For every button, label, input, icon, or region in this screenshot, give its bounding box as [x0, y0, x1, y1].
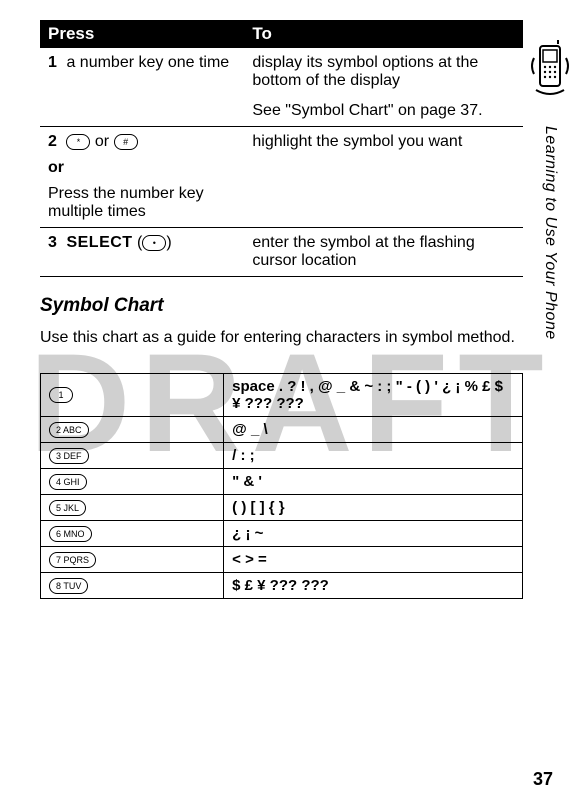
- symbol-key-cell: 6 MNO: [41, 520, 224, 546]
- number-key-icon: 1: [49, 387, 73, 403]
- table-row: 8 TUV $ £ ¥ ??? ???: [41, 572, 523, 598]
- to-text: enter the symbol at the flashing cursor …: [244, 228, 523, 277]
- symbol-chart-table: 1 space . ? ! , @ _ & ~ : ; " - ( ) ' ¿ ¡…: [40, 373, 523, 599]
- key-join-text: or: [95, 133, 114, 150]
- press-to-table: Press To 1 a number key one time display…: [40, 20, 523, 277]
- symbol-value-cell: < > =: [224, 546, 523, 572]
- step-number: 1: [48, 54, 62, 72]
- table-row: 4 GHI " & ': [41, 468, 523, 494]
- symbol-key-cell: 7 PQRS: [41, 546, 224, 572]
- symbol-value-cell: ( ) [ ] { }: [224, 494, 523, 520]
- symbol-key-cell: 3 DEF: [41, 442, 224, 468]
- number-key-icon: 7 PQRS: [49, 552, 96, 568]
- number-key-icon: 3 DEF: [49, 448, 89, 464]
- table-row: 5 JKL ( ) [ ] { }: [41, 494, 523, 520]
- symbol-key-cell: 4 GHI: [41, 468, 224, 494]
- symbol-value-cell: @ _ \: [224, 416, 523, 442]
- symbol-key-cell: 1: [41, 373, 224, 416]
- paren-close: ): [166, 234, 171, 251]
- press-text: a number key one time: [66, 54, 229, 71]
- number-key-icon: 4 GHI: [49, 474, 87, 490]
- select-key-icon: •: [142, 235, 166, 251]
- table-row: See "Symbol Chart" on page 37.: [40, 96, 523, 127]
- header-to: To: [244, 20, 523, 48]
- number-key-icon: 2 ABC: [49, 422, 89, 438]
- table-row: 3 SELECT (•) enter the symbol at the fla…: [40, 228, 523, 277]
- table-row: 6 MNO ¿ ¡ ~: [41, 520, 523, 546]
- page-number: 37: [533, 769, 553, 790]
- press-alt-text: Press the number key multiple times: [48, 185, 236, 221]
- page-content: Press To 1 a number key one time display…: [0, 0, 583, 619]
- number-key-icon: 5 JKL: [49, 500, 86, 516]
- symbol-value-cell: ¿ ¡ ~: [224, 520, 523, 546]
- symbol-key-cell: 8 TUV: [41, 572, 224, 598]
- hash-key-icon: #: [114, 134, 138, 150]
- star-key-icon: *: [66, 134, 90, 150]
- number-key-icon: 6 MNO: [49, 526, 92, 542]
- table-row: 1 a number key one time display its symb…: [40, 48, 523, 96]
- number-key-icon: 8 TUV: [49, 578, 88, 594]
- symbol-value-cell: / : ;: [224, 442, 523, 468]
- step-number: 3: [48, 234, 62, 252]
- table-row: 2 ABC @ _ \: [41, 416, 523, 442]
- symbol-value-cell: $ £ ¥ ??? ???: [224, 572, 523, 598]
- section-description: Use this chart as a guide for entering c…: [40, 327, 523, 349]
- to-text-extra: See "Symbol Chart" on page 37.: [244, 96, 523, 127]
- select-label: SELECT: [66, 234, 132, 251]
- table-row: 2 * or # or Press the number key multipl…: [40, 127, 523, 228]
- symbol-value-cell: space . ? ! , @ _ & ~ : ; " - ( ) ' ¿ ¡ …: [224, 373, 523, 416]
- symbol-value-cell: " & ': [224, 468, 523, 494]
- to-text: highlight the symbol you want: [244, 127, 523, 228]
- symbol-key-cell: 5 JKL: [41, 494, 224, 520]
- symbol-key-cell: 2 ABC: [41, 416, 224, 442]
- or-text: or: [48, 159, 236, 177]
- table-row: 7 PQRS < > =: [41, 546, 523, 572]
- header-press: Press: [40, 20, 244, 48]
- to-text: display its symbol options at the bottom…: [244, 48, 523, 96]
- table-row: 3 DEF / : ;: [41, 442, 523, 468]
- step-number: 2: [48, 133, 62, 151]
- table-row: 1 space . ? ! , @ _ & ~ : ; " - ( ) ' ¿ ¡…: [41, 373, 523, 416]
- section-title: Symbol Chart: [40, 295, 523, 317]
